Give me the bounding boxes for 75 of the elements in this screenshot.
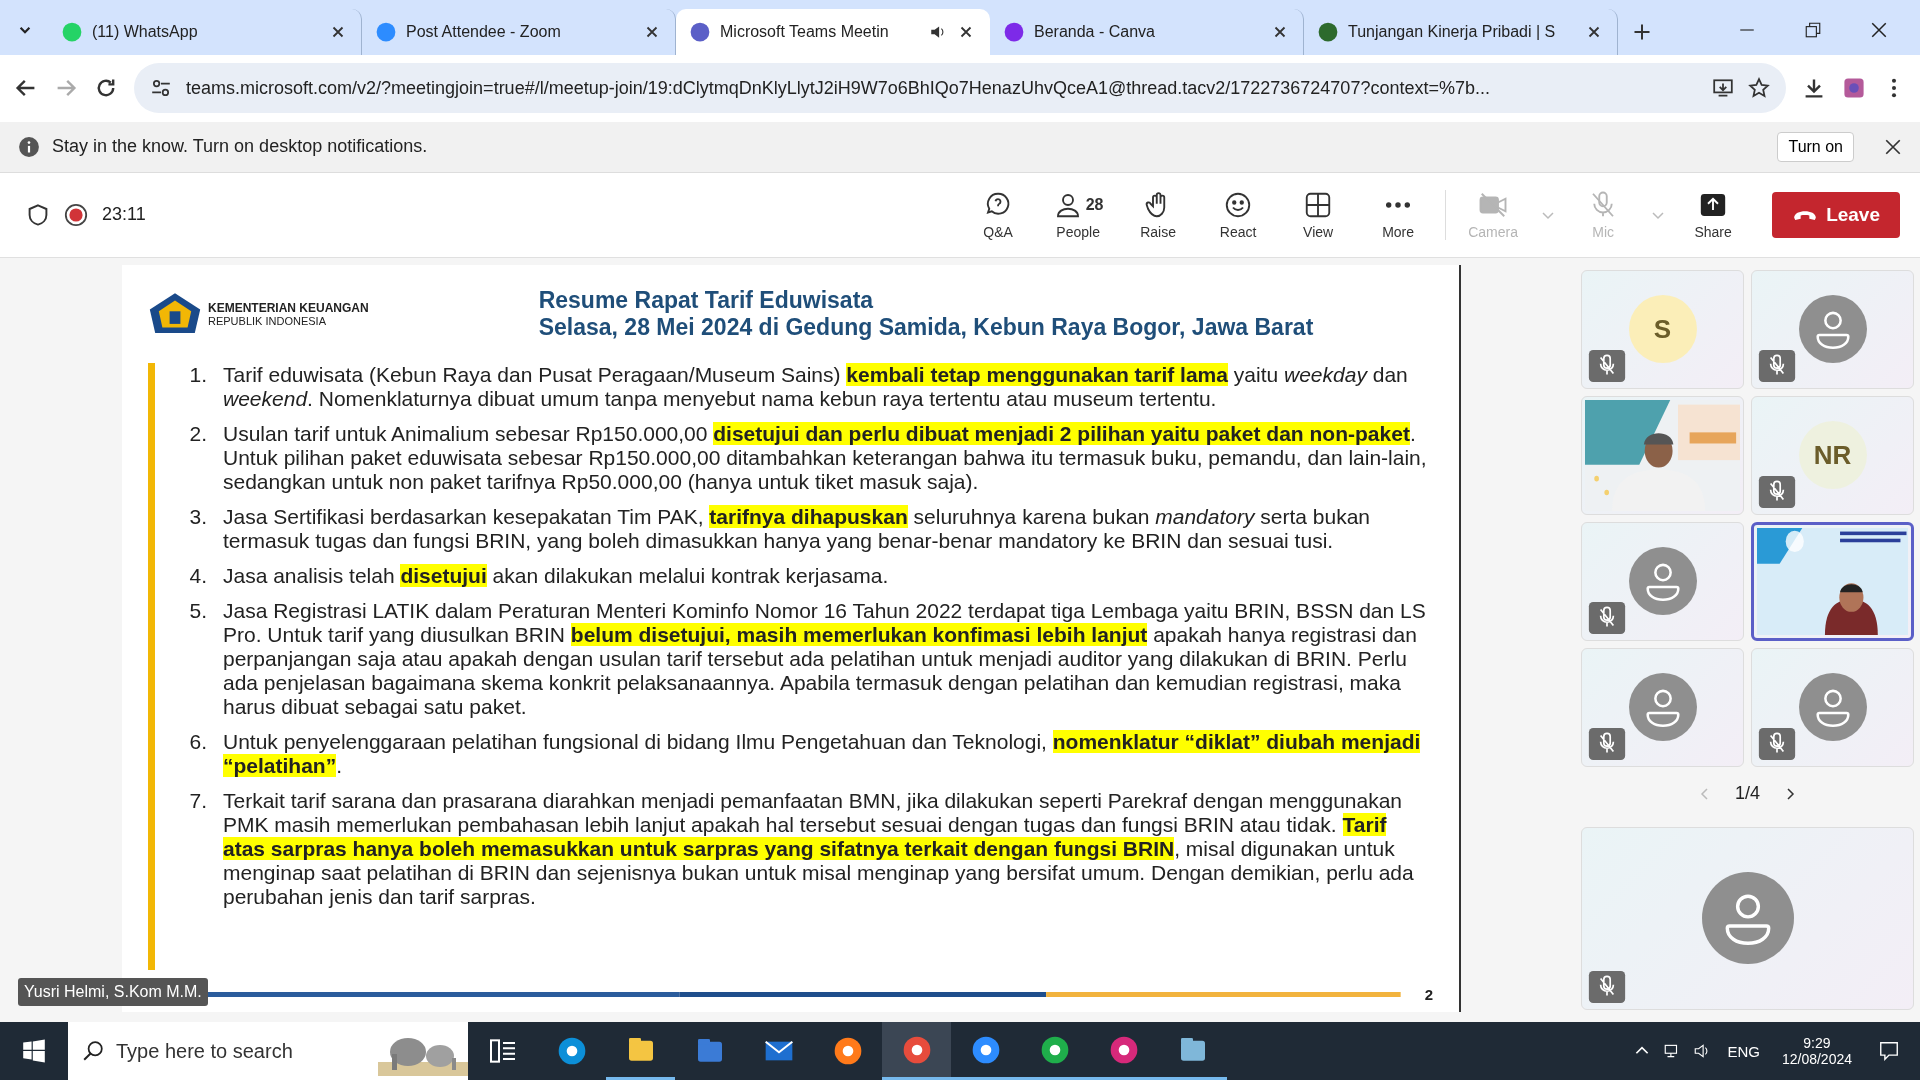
info-icon [18, 135, 40, 158]
toolbar-button[interactable]: View [1285, 185, 1352, 244]
list-number: 7. [188, 788, 207, 814]
slide-title: Resume Rapat Tarif Eduwisata [538, 286, 875, 314]
turn-on-button[interactable]: Turn on [1777, 131, 1854, 162]
site-icon [62, 21, 82, 42]
address-bar[interactable]: teams.microsoft.com/v2/?meetingjoin=true#/l/meetup-join/19:dClytmqDnKlyLlytJ2iH9W7o6BhIQo7HenazUhvQceA1@thread.tacv2/1722736724707?context=%7b... [134, 63, 1786, 114]
avatar-icon [1798, 295, 1867, 364]
list-item-text: Jasa Registrasi LATIK dalam Peraturan Menteri Kominfo Nomor 16 Tahun 2022 terdapat tiga Lembaga yaitu BRIN, BSSN dan LS Pro. Untuk tarif yang diusulkan BRIN belum disetujui, masih memerlukan konfimasi lebih lanjut apakah hanya registrasi dan perpanjangan saja atau apakah dengan usulan tarif tersebut ada pelatihan untuk menjadi auditor yang dilakukan di BRIN. Perlu ada penjelasan bagaimana skema konkrit pelaksanaannya. Apabila termasuk dengan pelatihan dan kemudian registrasi, maka harus dibuat sebagai satu paket. [223, 598, 1427, 719]
toolbar-button[interactable]: Share [1680, 185, 1747, 244]
list-item-text: Usulan tarif untuk Animalium sebesar Rp150.000,00 disetujui dan perlu dibuat menjadi 2 pilihan yaitu paket dan non-paket. Untuk pilihan paket eduwisata sebesar Rp150.000,00 ditambahkan keterangan bahwa itu termasuk buku, pemandu, dan lain-lain, sedangkan untuk non paket tarifnya Rp50.000,00 (hanya untuk tiket masuk saja). [223, 421, 1428, 494]
avatar-icon [1798, 673, 1867, 742]
restore-icon[interactable] [1804, 20, 1822, 39]
toolbar-button[interactable]: React [1205, 185, 1272, 244]
phone-icon [1792, 208, 1819, 222]
taskbar-app[interactable] [882, 1022, 951, 1080]
more-icon [1386, 201, 1411, 208]
organization-subtitle: REPUBLIK INDONESIA [208, 314, 327, 327]
page-number: 2 [1424, 985, 1433, 1003]
tab-title: Microsoft Teams Meetin [720, 22, 890, 41]
toolbar-button[interactable]: Q&A [965, 185, 1032, 244]
avatar-icon [1628, 547, 1697, 616]
tab-title: (11) WhatsApp [92, 22, 199, 41]
browser-tab[interactable]: Tunjangan Kinerja Pribadi | S [1304, 8, 1618, 55]
participant-tile[interactable]: S [1581, 269, 1744, 389]
close-icon[interactable] [1870, 20, 1888, 39]
install-icon[interactable] [1712, 77, 1734, 100]
meeting-timer: 23:11 [102, 204, 146, 226]
leave-button[interactable]: Leave [1772, 191, 1900, 238]
site-icon [1318, 21, 1338, 42]
participant-initials: NR [1798, 421, 1867, 490]
notification-text: Stay in the know. Turn on desktop notifications. [52, 136, 428, 158]
avatar-icon [1701, 872, 1794, 965]
browser-tab[interactable]: Post Attendee - Zoom [362, 8, 676, 55]
search-icon [82, 1040, 104, 1062]
tab-title: Tunjangan Kinerja Pribadi | S [1348, 22, 1557, 41]
participant-tile[interactable]: NR [1751, 395, 1914, 515]
browser-tab[interactable]: (11) WhatsApp [48, 8, 362, 55]
toolbar-button[interactable]: More [1365, 185, 1432, 244]
page-indicator: 1/4 [1735, 783, 1760, 805]
organization-name: KEMENTERIAN KEUANGAN [208, 300, 369, 315]
list-number: 1. [188, 362, 207, 388]
notifications-icon[interactable] [1878, 1040, 1900, 1062]
list-item-text: Jasa Sertifikasi berdasarkan kesepakatan Tim PAK, tarifnya dihapuskan seluruhnya karena bukan mandatory serta bukan termasuk tugas dan fungsi BRIN, yang boleh dimasukkan hanya yang benar-benar mandatory ke BRIN dan sesuai tusi. [223, 504, 1372, 553]
list-item-text: Tarif eduwisata (Kebun Raya dan Pusat Peragaan/Museum Sains) kembali tetap menggunakan tarif lama yaitu weekday dan weekend. Nomenklaturnya dibuat umum tanpa menyebut nama kebun raya tertentu atau museum tertentu. [223, 362, 1409, 411]
speaker-name: Yusri Helmi, S.Kom M.M. [18, 978, 208, 1006]
tab-title: Post Attendee - Zoom [406, 22, 562, 41]
close-icon[interactable] [1884, 137, 1902, 156]
language-indicator[interactable]: ENG [1727, 1042, 1760, 1060]
participant-initials: S [1628, 295, 1697, 364]
url-text: teams.microsoft.com/v2/?meetingjoin=true#/l/meetup-join/19:dClytmqDnKlyLlytJ2iH9W7o6BhIQo7HenazUhvQceA1@thread.tacv2/1722736724707?context=%7b... [186, 77, 1491, 99]
browser-tab[interactable]: Microsoft Teams Meetin [676, 8, 990, 55]
extension-icon[interactable] [1842, 76, 1866, 101]
site-icon [1004, 21, 1024, 42]
toolbar-button[interactable]: 28 People [1045, 185, 1112, 244]
star-icon[interactable] [1748, 77, 1770, 100]
list-number: 4. [188, 563, 207, 588]
shield-icon[interactable] [26, 202, 50, 227]
avatar-icon [1628, 673, 1697, 742]
start-icon[interactable] [22, 1039, 46, 1063]
site-icon [376, 21, 396, 42]
list-number: 3. [188, 504, 207, 530]
list-item-text: Jasa analisis telah disetujui akan dilakukan melalui kontrak kerjasama. [223, 563, 889, 588]
toolbar-button[interactable]: Raise [1125, 185, 1192, 244]
site-icon [690, 21, 710, 42]
list-number: 6. [188, 729, 207, 755]
list-number: 5. [188, 598, 207, 624]
participant-tile[interactable] [1751, 521, 1914, 641]
list-item-text: Untuk penyelenggaraan pelatihan fungsional di bidang Ilmu Pengetahuan dan Teknologi, nomenklatur “diklat” diubah menjadi “pelatihan”. [223, 729, 1422, 778]
tab-title: Beranda - Canva [1034, 22, 1156, 41]
list-number: 2. [188, 421, 207, 447]
slide-subtitle: Selasa, 28 Mei 2024 di Gedung Samida, Kebun Raya Bogor, Jawa Barat [538, 313, 1314, 341]
clock[interactable]: 9:29 12/08/2024 [1781, 1035, 1852, 1067]
browser-tab[interactable]: Beranda - Canva [990, 8, 1304, 55]
search-bar[interactable]: Type here to search [68, 1022, 468, 1080]
